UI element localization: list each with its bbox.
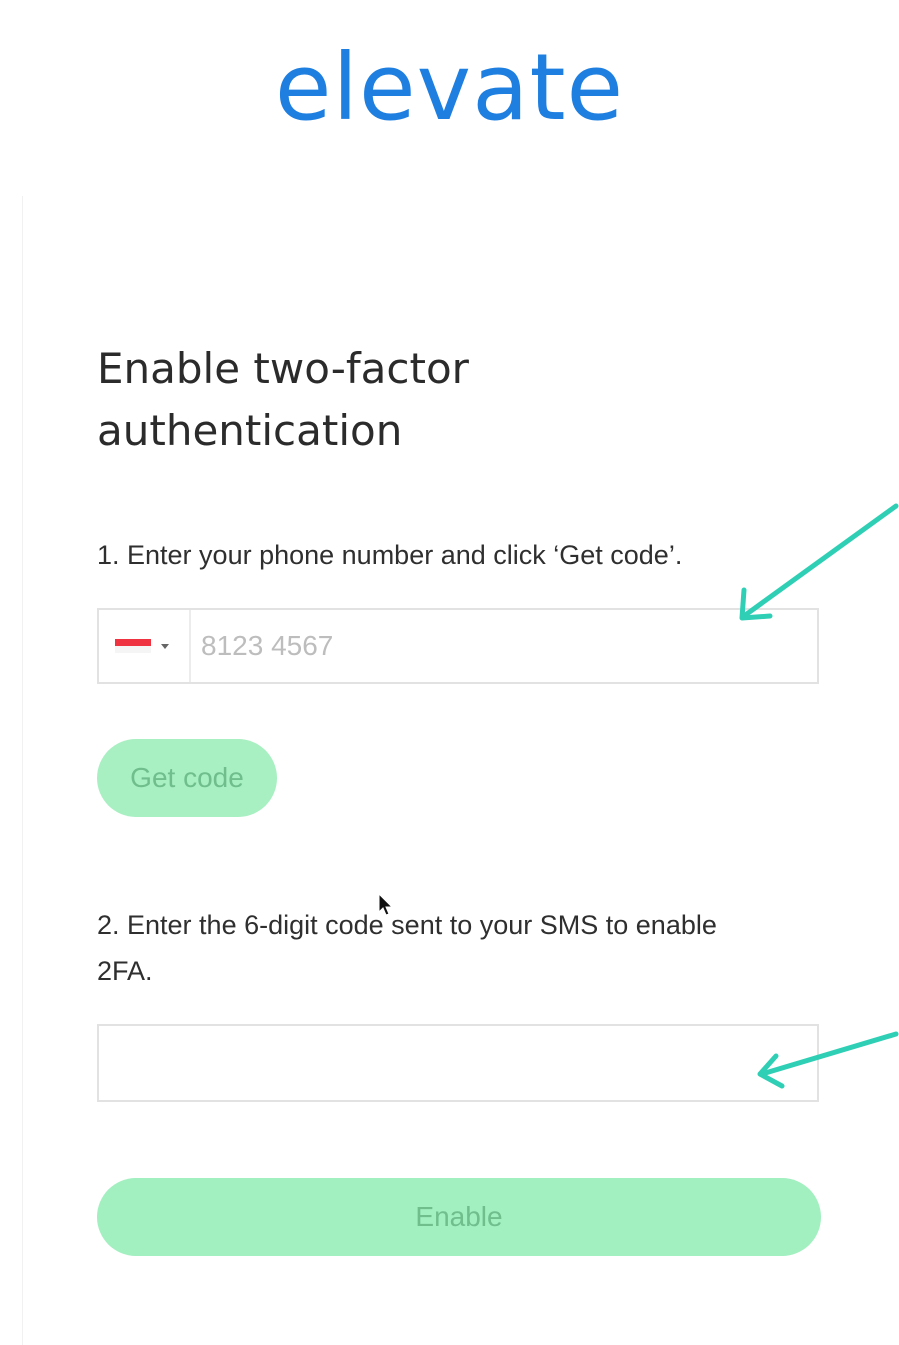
page-title: Enable two-factor authentication (97, 344, 469, 455)
step-1-instructions: 1. Enter your phone number and click ‘Ge… (97, 540, 683, 570)
brand-logo: elevate (274, 34, 625, 141)
verification-code-input[interactable] (97, 1024, 819, 1102)
phone-number-input[interactable] (191, 609, 817, 683)
page: elevate Enable two-factor authentication… (0, 0, 899, 1345)
chevron-down-icon (161, 643, 169, 649)
mouse-cursor-icon (378, 893, 394, 916)
phone-number-field (97, 608, 819, 684)
enable-button[interactable]: Enable (97, 1178, 821, 1256)
step-2-instructions: 2. Enter the 6-digit code sent to your S… (97, 910, 717, 986)
get-code-button[interactable]: Get code (97, 739, 277, 817)
country-code-dropdown[interactable] (99, 610, 191, 682)
singapore-flag-icon (115, 639, 151, 653)
